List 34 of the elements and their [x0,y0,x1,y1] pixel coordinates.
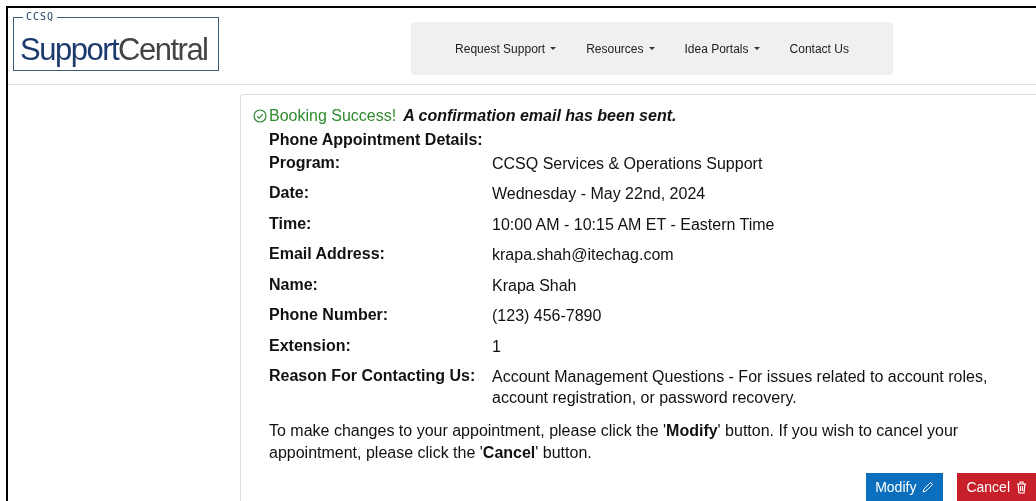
detail-label: Reason For Contacting Us: [269,366,477,386]
detail-label: Date: [269,183,310,203]
caret-icon [753,46,760,51]
nav-link[interactable]: Contact Us [789,41,849,56]
caret-icon [648,46,655,51]
detail-label: Time: [269,213,313,234]
detail-label: Program: [269,152,342,173]
confirmation-message: A confirmation email has been sent. [403,106,677,125]
instructions-text: To make changes to your appointment, please click the 'Modify' button. If you wish to cancel your appointment, please click the 'Cancel' button. [269,421,960,463]
detail-value: krapa.shah@itechag.com [492,245,675,265]
nav-link[interactable]: Idea Portals [684,41,760,56]
caret-icon [550,46,557,51]
detail-label: Phone Number: [269,305,390,325]
nav-link[interactable]: Resources [586,41,655,56]
detail-value: 1 [492,336,502,357]
detail-value: Krapa Shah [492,275,578,296]
success-title: Booking Success! [269,106,397,125]
details-heading: Phone Appointment Details: [269,130,484,149]
modify-button[interactable]: Modify [866,473,944,501]
pencil-icon [922,481,935,493]
trash-icon [1016,480,1027,494]
check-circle-icon [253,108,267,123]
cancel-button[interactable]: Cancel [957,473,1036,501]
detail-label: Extension: [269,335,352,356]
logo-text: SupportCentral [20,34,208,65]
detail-value: Wednesday - May 22nd, 2024 [492,184,707,204]
nav-link[interactable]: Request Support [455,41,557,56]
detail-value: Account Management Questions - For issues related to account roles, account registration, or password recovery. [492,367,989,408]
detail-value: 10:00 AM - 10:15 AM ET - Eastern Time [492,214,776,235]
detail-value: CCSQ Services & Operations Support [492,153,764,174]
detail-value: (123) 456-7890 [492,306,603,326]
detail-label: Name: [269,274,319,295]
logo-tag: CCSQ [23,10,58,23]
detail-label: Email Address: [269,244,386,264]
